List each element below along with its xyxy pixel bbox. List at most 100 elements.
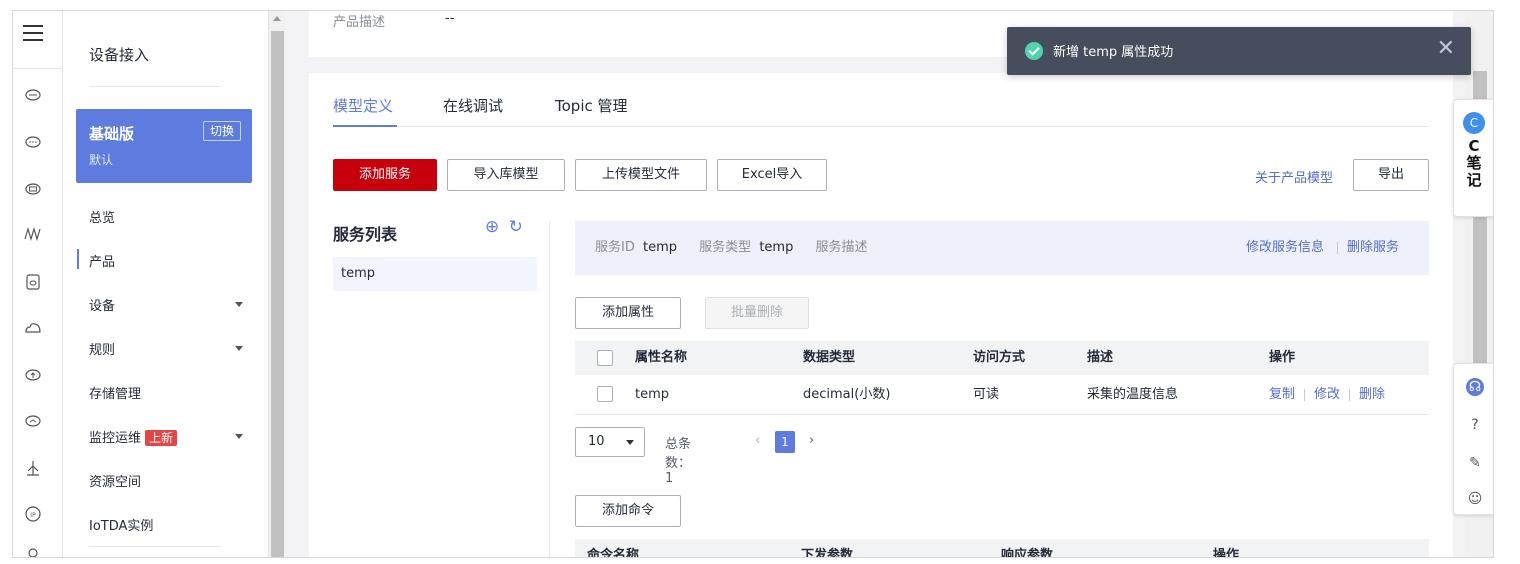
service-info-bar: 服务ID temp 服务类型 temp 服务描述 修改服务信息 删除服务 [575,221,1429,275]
satellite-icon[interactable] [24,459,42,477]
column-header: 命令名称 [587,548,640,558]
close-icon[interactable]: ✕ [1437,37,1455,61]
edit-service-link[interactable]: 修改服务信息 [1246,240,1324,255]
property-type: decimal(小数) [803,387,891,402]
service-list-actions: ⊕ ↻ [485,217,523,237]
nav-active-indicator [77,249,79,269]
floating-toolbar: ☊ ? ✎ ☺ [1453,363,1493,515]
column-header: 响应参数 [1001,548,1054,558]
refresh-icon[interactable]: ↻ [509,217,523,237]
note-logo-icon: C [1463,112,1485,134]
add-service-button[interactable]: 添加服务 [333,159,437,191]
upload-model-file-button[interactable]: 上传模型文件 [575,159,707,191]
service-actions: 修改服务信息 删除服务 [1246,221,1403,275]
property-table-header: 属性名称 数据类型 访问方式 描述 操作 [575,341,1429,375]
edit-property-link[interactable]: 修改 [1314,387,1340,402]
sidebar-divider [89,86,221,87]
import-library-model-button[interactable]: 导入库模型 [447,159,565,191]
cloud-box-icon[interactable] [24,273,42,291]
property-name: temp [635,387,670,402]
property-desc: 采集的温度信息 [1087,387,1179,402]
product-desc-value: -- [445,11,455,26]
sidebar-item-storage[interactable]: 存储管理 [89,383,141,402]
excel-import-button[interactable]: Excel导入 [717,159,827,191]
copy-property-link[interactable]: 复制 [1269,387,1295,402]
batch-delete-button[interactable]: 批量删除 [705,297,809,329]
service-type-value: temp [759,240,794,255]
column-header: 数据类型 [803,350,856,365]
add-command-button[interactable]: 添加命令 [575,495,681,527]
cloud-upload-icon[interactable] [24,365,42,383]
sidebar-title: 设备接入 [89,46,150,64]
sidebar-item-monitor[interactable]: 监控运维 上新 [89,427,178,446]
cloud-gauge-icon[interactable] [24,411,42,429]
service-list-item[interactable]: temp [333,257,537,291]
select-all-checkbox[interactable] [597,350,613,366]
about-product-model-link[interactable]: 关于产品模型 [1255,167,1333,186]
success-toast: 新增 temp 属性成功 ✕ [1007,27,1471,75]
add-circle-icon[interactable]: ⊕ [485,217,499,237]
sidebar-item-product[interactable]: 产品 [89,251,115,270]
edition-card: 基础版 默认 切换 [76,109,252,183]
rail-divider [13,68,63,69]
edition-switch-button[interactable]: 切换 [202,121,241,141]
cloud-storage-icon[interactable] [24,179,42,197]
toast-message: 新增 temp 属性成功 [1053,45,1174,60]
row-actions: 复制 修改 删除 [1269,375,1385,415]
prev-page-button[interactable]: ‹ [755,433,760,448]
row-checkbox[interactable] [597,386,613,402]
next-page-button[interactable]: › [809,433,814,448]
sidebar-item-device[interactable]: 设备 [89,295,115,314]
sidebar: 设备接入 基础版 默认 切换 总览 产品 设备 规则 存储管理 监控运维 上新 资… [63,11,268,557]
customer-service-icon[interactable]: ☊ [1466,378,1484,396]
page-size-value: 10 [588,434,605,449]
product-desc-label: 产品描述 [333,15,386,30]
column-header: 属性名称 [635,350,688,365]
table-row: temp decimal(小数) 可读 采集的温度信息 复制 修改 删除 [575,375,1429,415]
user-icon[interactable] [24,547,42,557]
property-access: 可读 [973,387,1000,402]
delete-service-link[interactable]: 删除服务 [1347,240,1399,255]
sidebar-scroll-thumb[interactable] [271,31,284,557]
icon-rail: IP [13,11,63,557]
sidebar-item-rules[interactable]: 规则 [89,339,115,358]
tab-online-debug[interactable]: 在线调试 [443,95,503,116]
smile-icon[interactable]: ☺ [1466,490,1484,508]
chevron-down-icon[interactable] [235,346,243,351]
note-widget[interactable]: C C 笔 记 [1453,99,1493,217]
hamburger-icon[interactable] [23,25,43,41]
edition-name: 基础版 [89,125,135,143]
service-id-label: 服务ID [595,240,635,255]
sidebar-scrollbar[interactable] [268,11,285,557]
help-icon[interactable]: ? [1466,416,1484,434]
cloud-outline-icon[interactable] [24,319,42,337]
service-id-value: temp [643,240,678,255]
waveform-icon[interactable] [24,225,42,243]
tab-topic-management[interactable]: Topic 管理 [555,95,628,116]
sidebar-item-resource-space[interactable]: 资源空间 [89,471,141,490]
page-size-select[interactable]: 10 [575,427,645,457]
sidebar-item-iotda-instance[interactable]: IoTDA实例 [89,515,153,534]
chevron-down-icon [626,440,634,445]
cloud-device-icon[interactable] [24,85,42,103]
chevron-down-icon[interactable] [235,302,243,307]
tab-model-definition[interactable]: 模型定义 [333,95,393,116]
ip-icon[interactable]: IP [24,505,42,523]
sidebar-item-overview[interactable]: 总览 [89,207,115,226]
edition-instance: 默认 [89,153,114,167]
scroll-up-icon[interactable] [273,16,281,21]
column-header: 访问方式 [973,350,1026,365]
export-button[interactable]: 导出 [1353,159,1429,191]
total-count: 总条数：1 [665,437,692,486]
feedback-icon[interactable]: ✎ [1466,454,1484,472]
service-list-divider [549,221,550,557]
page-number-current[interactable]: 1 [775,431,795,453]
tab-bar: 模型定义 在线调试 Topic 管理 [333,93,1429,127]
chevron-down-icon[interactable] [235,434,243,439]
cloud-chat-icon[interactable] [24,132,42,150]
service-list-title: 服务列表 [333,225,398,244]
add-property-button[interactable]: 添加属性 [575,297,681,329]
column-header: 操作 [1213,548,1240,558]
service-desc-label: 服务描述 [815,240,868,255]
delete-property-link[interactable]: 删除 [1359,387,1385,402]
